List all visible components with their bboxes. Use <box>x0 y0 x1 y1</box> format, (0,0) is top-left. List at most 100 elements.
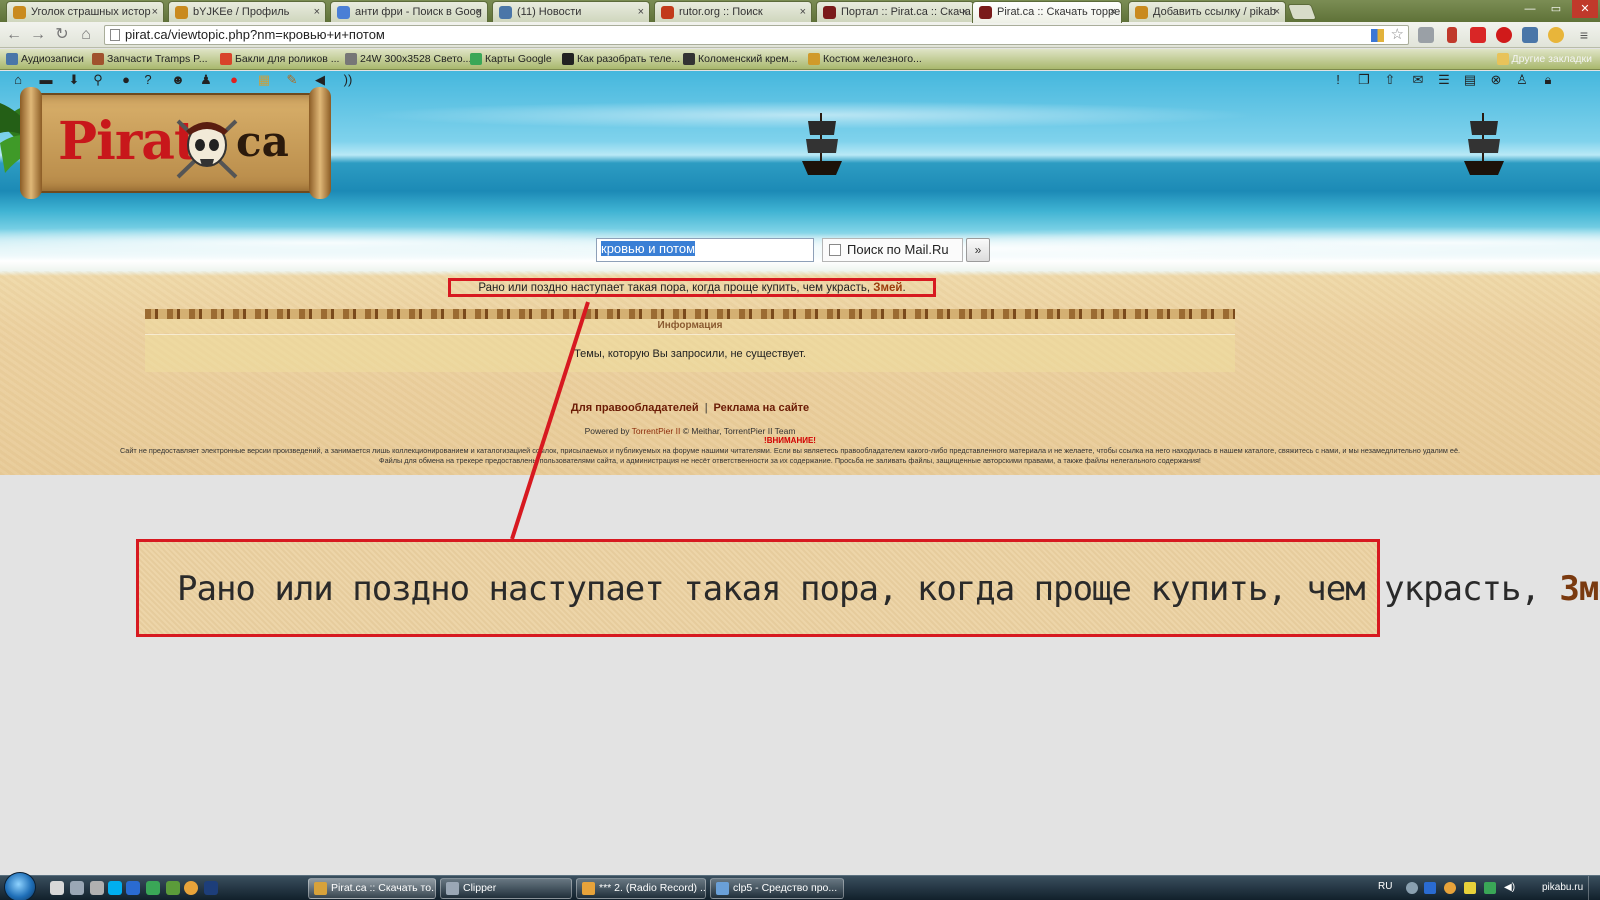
search-submit-button[interactable]: » <box>966 238 990 262</box>
browser-tab[interactable]: (11) Новости × <box>492 1 650 22</box>
tray-volume-icon[interactable]: ◀) <box>1504 882 1516 894</box>
calendar-icon[interactable]: ▦ <box>256 72 272 88</box>
document-icon[interactable]: ▤ <box>1462 72 1478 88</box>
tab-favicon-icon <box>661 6 674 19</box>
tab-title: bYJKEe / Профиль <box>193 6 290 18</box>
tab-close-icon[interactable]: × <box>314 2 320 22</box>
browser-tab[interactable]: bYJKEe / Профиль × <box>168 1 326 22</box>
taskbar-item[interactable]: *** 2. (Radio Record) ... <box>576 878 706 899</box>
bookmark-item[interactable]: Костюм железного... <box>808 51 922 67</box>
rss-icon[interactable]: )) <box>340 72 356 88</box>
advertising-link[interactable]: Реклама на сайте <box>714 402 810 414</box>
quicklaunch-explorer-icon[interactable] <box>50 881 64 895</box>
home-button[interactable]: ⌂ <box>76 25 96 45</box>
mailru-checkbox[interactable] <box>829 244 841 256</box>
forward-button[interactable]: → <box>28 25 48 45</box>
circle-icon[interactable]: ● <box>118 72 134 88</box>
quicklaunch-app-icon[interactable] <box>166 881 180 895</box>
new-tab-button[interactable] <box>1287 4 1317 20</box>
browser-tab[interactable]: Уголок страшных истор × <box>6 1 164 22</box>
bookmark-item[interactable]: Коломенский крем... <box>683 51 797 67</box>
minimize-button[interactable]: — <box>1518 0 1542 18</box>
taskbar-item[interactable]: clp5 - Средство про... <box>710 878 844 899</box>
quicklaunch-app-icon[interactable] <box>70 881 84 895</box>
tab-close-icon[interactable]: × <box>638 2 644 22</box>
tray-chrome-icon[interactable] <box>1444 882 1456 894</box>
help-icon[interactable]: ? <box>140 72 156 88</box>
language-indicator[interactable]: RU <box>1378 881 1392 892</box>
user-icon[interactable]: ♙ <box>1514 72 1530 88</box>
torrentpier-link[interactable]: TorrentPier II <box>632 426 681 436</box>
lock-icon[interactable]: 🔒︎ <box>1540 72 1556 88</box>
tab-close-icon[interactable]: × <box>476 2 482 22</box>
extension-opera-icon[interactable] <box>1496 27 1512 43</box>
taskbar-item[interactable]: Pirat.ca :: Скачать то... <box>308 878 436 899</box>
copy-icon[interactable]: ❐ <box>1356 72 1372 88</box>
bookmark-item[interactable]: Как разобрать теле... <box>562 51 680 67</box>
quote-author[interactable]: Змей <box>873 282 902 294</box>
tab-favicon-icon <box>499 6 512 19</box>
tray-battery-icon[interactable] <box>1484 882 1496 894</box>
edit-icon[interactable]: ✎ <box>284 72 300 88</box>
tab-favicon-icon <box>337 6 350 19</box>
browser-tab-active[interactable]: Pirat.ca :: Скачать торрен × <box>972 1 1122 23</box>
browser-tab[interactable]: Портал :: Pirat.ca :: Скача × <box>816 1 974 22</box>
extension-mail-icon[interactable] <box>1418 27 1434 43</box>
speaker-icon[interactable]: ◀ <box>312 72 328 88</box>
quicklaunch-app-icon[interactable] <box>126 881 140 895</box>
extension-download-icon[interactable] <box>1447 27 1457 43</box>
reload-button[interactable]: ↻ <box>52 25 72 45</box>
search-input[interactable]: кровью и потом <box>596 238 814 262</box>
tab-close-icon[interactable]: × <box>1110 2 1116 22</box>
photoshop-icon[interactable] <box>204 881 218 895</box>
quicklaunch-app-icon[interactable] <box>90 881 104 895</box>
menu-icon[interactable]: ≡ <box>1576 27 1592 43</box>
extension-coin-icon[interactable] <box>1548 27 1564 43</box>
bookmark-item[interactable]: Аудиозаписи <box>6 51 84 67</box>
taskbar-item[interactable]: Clipper <box>440 878 572 899</box>
list-icon[interactable]: ☰ <box>1436 72 1452 88</box>
mailru-search-option[interactable]: Поиск по Mail.Ru <box>822 238 963 262</box>
tab-close-icon[interactable]: × <box>1274 2 1280 22</box>
tray-app-icon[interactable] <box>1464 882 1476 894</box>
start-button[interactable] <box>4 872 36 900</box>
search-icon[interactable]: ⚲ <box>90 72 106 88</box>
close-icon[interactable]: ⊗ <box>1488 72 1504 88</box>
maximize-button[interactable]: ▭ <box>1544 0 1568 18</box>
bookmark-item[interactable]: 24W 300x3528 Свето... <box>345 51 471 67</box>
address-bar[interactable]: pirat.ca/viewtopic.php?nm=кровью+и+потом… <box>104 25 1409 45</box>
quicklaunch-app-icon[interactable] <box>146 881 160 895</box>
browser-tab[interactable]: анти фри - Поиск в Goog × <box>330 1 488 22</box>
footer-links: Для правообладателей | Реклама на сайте <box>0 402 1380 414</box>
record-icon[interactable]: ● <box>226 72 242 88</box>
bookmark-star-icon[interactable]: ☆ <box>1391 26 1404 44</box>
users-icon[interactable]: ☻ <box>170 72 186 88</box>
alert-icon[interactable]: ! <box>1330 72 1346 88</box>
tray-app-icon[interactable] <box>1424 882 1436 894</box>
back-button[interactable]: ← <box>4 25 24 45</box>
tab-favicon-icon <box>175 6 188 19</box>
window-close-button[interactable]: ✕ <box>1572 0 1598 18</box>
extension-bookmark-icon[interactable] <box>1470 27 1486 43</box>
chrome-icon[interactable] <box>184 881 198 895</box>
tray-network-icon[interactable] <box>1406 882 1418 894</box>
tab-close-icon[interactable]: × <box>152 2 158 22</box>
bookmark-item[interactable]: Карты Google <box>470 51 552 67</box>
bookmark-item[interactable]: Бакли для роликов ... <box>220 51 339 67</box>
site-logo[interactable]: Pirat ca <box>20 87 331 199</box>
show-desktop-button[interactable] <box>1588 876 1600 900</box>
extension-vk-icon[interactable] <box>1522 27 1538 43</box>
skype-icon[interactable] <box>108 881 122 895</box>
browser-tab[interactable]: Добавить ссылку / pikab × <box>1128 1 1286 22</box>
tab-close-icon[interactable]: × <box>962 2 968 22</box>
browser-tab[interactable]: rutor.org :: Поиск × <box>654 1 812 22</box>
mail-icon[interactable]: ✉ <box>1410 72 1426 88</box>
bookmark-item[interactable]: Запчасти Tramps P... <box>92 51 208 67</box>
upload-icon[interactable]: ⇧ <box>1382 72 1398 88</box>
other-bookmarks[interactable]: Другие закладки <box>1496 51 1592 67</box>
copyright-holders-link[interactable]: Для правообладателей <box>571 402 699 414</box>
group-icon[interactable]: ♟ <box>198 72 214 88</box>
translate-icon[interactable] <box>1371 29 1384 42</box>
pirate-ship-decoration <box>1464 113 1504 175</box>
tab-close-icon[interactable]: × <box>800 2 806 22</box>
